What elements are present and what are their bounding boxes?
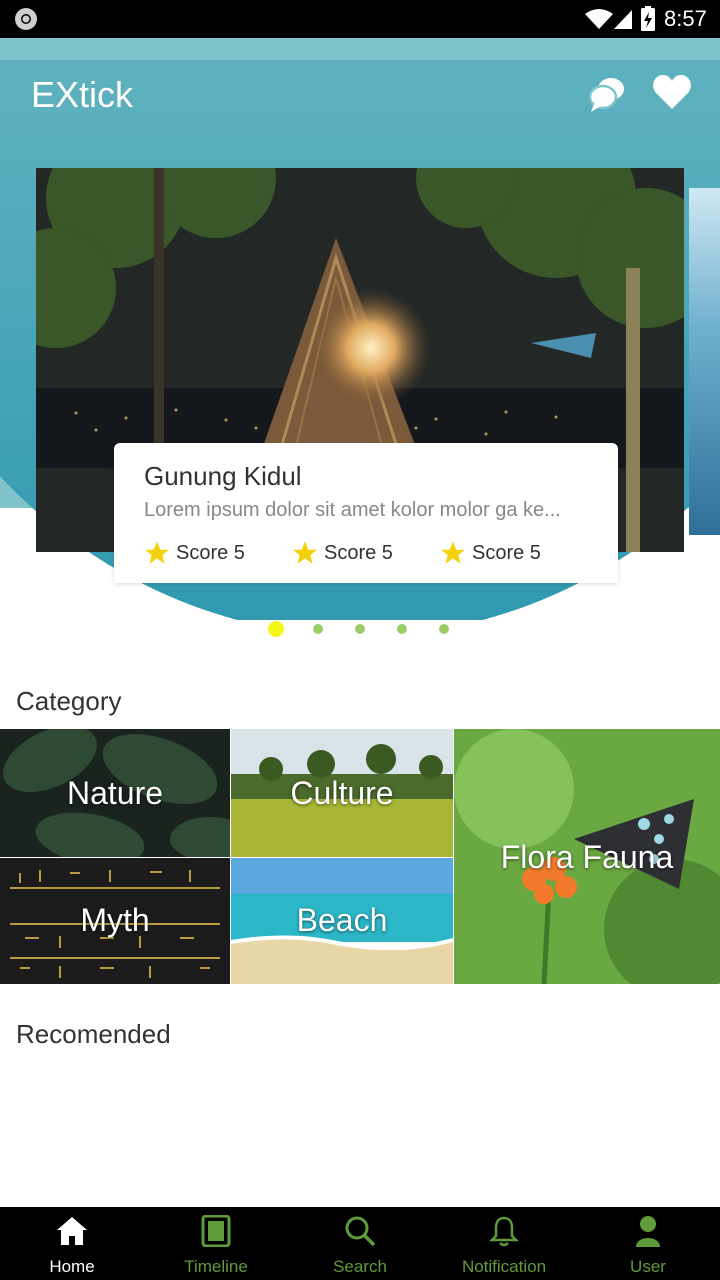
battery-icon xyxy=(641,6,655,31)
nav-label: Timeline xyxy=(184,1257,248,1276)
category-label: Nature xyxy=(66,775,164,811)
carousel-dot[interactable] xyxy=(313,624,323,634)
bottom-navigation: Home Timeline Search Notification User xyxy=(0,1207,720,1280)
carousel-indicator[interactable] xyxy=(0,619,720,639)
chat-bubbles-icon[interactable] xyxy=(588,74,628,114)
status-time: 8:57 xyxy=(664,6,707,31)
heart-icon[interactable] xyxy=(652,74,692,110)
category-nature[interactable]: Nature xyxy=(0,729,230,857)
score-label: Score 5 xyxy=(324,541,393,564)
star-icon xyxy=(293,541,317,564)
category-label: Culture xyxy=(290,775,394,811)
carousel-dot[interactable] xyxy=(355,624,365,634)
place-title: Gunung Kidul xyxy=(144,461,302,491)
score-label: Score 5 xyxy=(472,541,541,564)
category-label: Myth xyxy=(80,902,150,938)
nav-label: User xyxy=(630,1257,666,1276)
carousel-dot[interactable] xyxy=(397,624,407,634)
signal-icon xyxy=(614,10,632,29)
nav-label: Home xyxy=(49,1257,95,1276)
user-icon xyxy=(636,1216,660,1247)
nav-search[interactable]: Search xyxy=(288,1207,432,1280)
category-label: Flora Fauna xyxy=(500,839,674,875)
featured-place-card[interactable]: Gunung Kidul Lorem ipsum dolor sit amet … xyxy=(114,443,618,583)
timeline-icon xyxy=(201,1215,231,1247)
category-beach[interactable]: Beach xyxy=(231,858,453,984)
chrome-icon xyxy=(15,8,37,30)
nav-home[interactable]: Home xyxy=(0,1207,144,1280)
nav-user[interactable]: User xyxy=(576,1207,720,1280)
category-myth[interactable]: Myth xyxy=(0,858,230,984)
star-icon xyxy=(145,541,169,564)
carousel-dot[interactable] xyxy=(439,624,449,634)
category-flora-fauna[interactable]: Flora Fauna xyxy=(454,729,720,984)
score-label: Score 5 xyxy=(176,541,245,564)
star-icon xyxy=(441,541,465,564)
wifi-icon xyxy=(585,9,613,29)
carousel-slide-next[interactable] xyxy=(689,188,720,535)
score-item: Score 5 xyxy=(440,539,541,567)
status-bar: 8:57 xyxy=(0,0,720,38)
app-title: EXtick xyxy=(31,74,134,115)
nav-label: Search xyxy=(333,1257,387,1276)
category-heading: Category xyxy=(16,686,122,716)
bell-icon xyxy=(488,1216,520,1247)
category-label: Beach xyxy=(296,902,388,938)
carousel-dot-active[interactable] xyxy=(268,621,284,637)
score-item: Score 5 xyxy=(144,539,245,567)
recommended-heading: Recomended xyxy=(16,1019,171,1049)
home-icon xyxy=(57,1217,87,1245)
score-item: Score 5 xyxy=(292,539,393,567)
nav-timeline[interactable]: Timeline xyxy=(144,1207,288,1280)
nav-notification[interactable]: Notification xyxy=(432,1207,576,1280)
category-culture[interactable]: Culture xyxy=(231,729,453,857)
nav-label: Notification xyxy=(461,1257,547,1276)
search-icon xyxy=(345,1216,376,1247)
place-description: Lorem ipsum dolor sit amet kolor molor g… xyxy=(144,499,561,521)
